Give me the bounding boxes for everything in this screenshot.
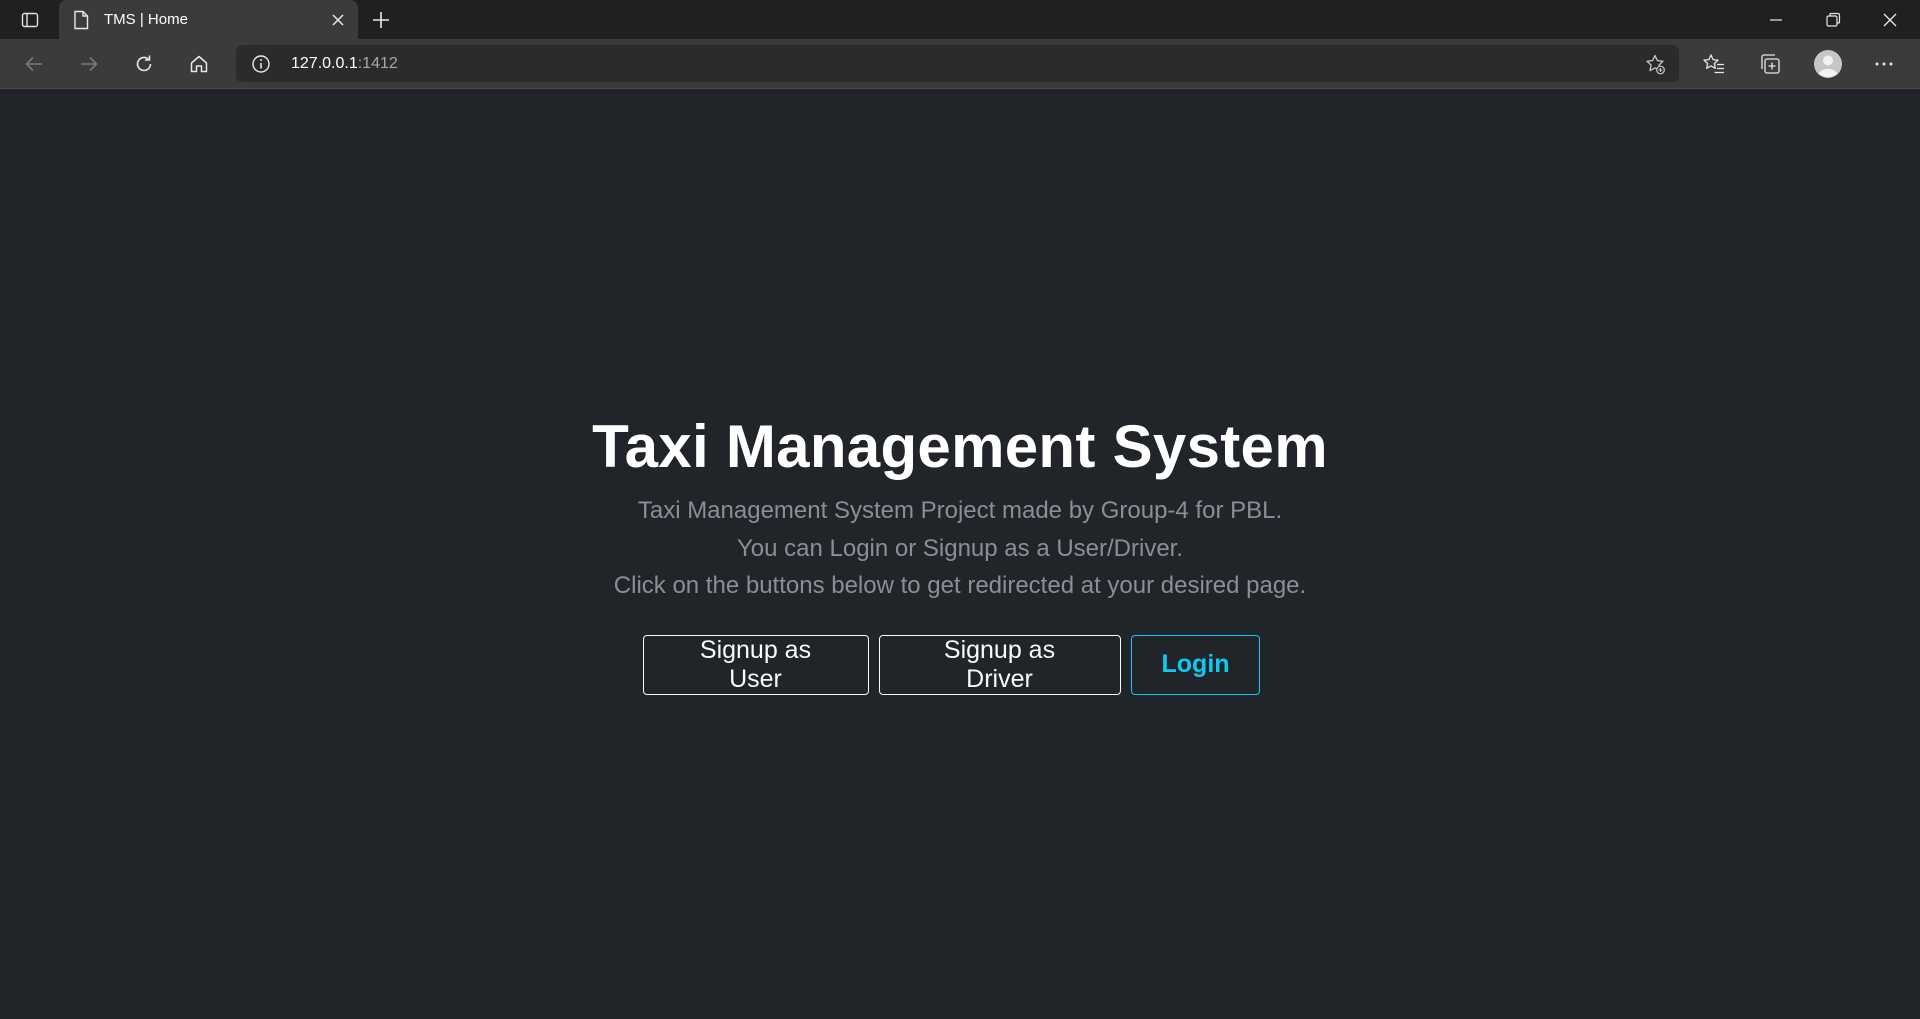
browser-tab[interactable]: TMS | Home	[59, 0, 358, 39]
hero-section: Taxi Management System Taxi Management S…	[0, 414, 1920, 695]
profile-avatar-icon[interactable]	[1813, 49, 1843, 79]
url-port: :1412	[357, 55, 398, 72]
home-icon[interactable]	[186, 51, 212, 77]
forward-arrow-icon[interactable]	[76, 51, 102, 77]
browser-toolbar: 127.0.0.1:1412	[0, 39, 1920, 89]
address-bar[interactable]: 127.0.0.1:1412	[236, 45, 1679, 82]
collections-icon[interactable]	[1757, 51, 1783, 77]
back-arrow-icon[interactable]	[21, 51, 47, 77]
tab-actions-icon[interactable]	[14, 9, 46, 31]
lead-line-3: Click on the buttons below to get redire…	[613, 572, 1307, 599]
info-icon[interactable]	[251, 54, 271, 74]
url-text: 127.0.0.1:1412	[291, 55, 398, 73]
browser-tab-bar: TMS | Home	[0, 0, 1920, 39]
close-icon[interactable]	[330, 12, 346, 28]
reload-icon[interactable]	[131, 51, 157, 77]
minimize-icon[interactable]	[1766, 10, 1786, 30]
window-close-icon[interactable]	[1880, 10, 1900, 30]
login-button[interactable]: Login	[1130, 634, 1260, 695]
lead-line-1: Taxi Management System Project made by G…	[637, 497, 1283, 524]
lead-text: Taxi Management System Project made by G…	[0, 492, 1920, 605]
signup-user-button[interactable]: Signup as User	[642, 634, 869, 695]
favorites-icon[interactable]	[1701, 51, 1727, 77]
page-icon	[72, 10, 90, 30]
tab-title: TMS | Home	[104, 11, 188, 28]
add-favorite-icon[interactable]	[1644, 53, 1666, 75]
plus-icon[interactable]	[370, 9, 392, 31]
page-title: Taxi Management System	[592, 413, 1328, 480]
more-icon[interactable]	[1871, 51, 1897, 77]
url-host: 127.0.0.1	[291, 55, 358, 72]
signup-driver-button[interactable]: Signup as Driver	[878, 634, 1121, 695]
lead-line-2: You can Login or Signup as a User/Driver…	[736, 534, 1184, 562]
restore-icon[interactable]	[1823, 10, 1843, 30]
button-group: Signup as User Signup as Driver Login	[0, 634, 1920, 695]
page-content: Taxi Management System Taxi Management S…	[0, 90, 1920, 1019]
